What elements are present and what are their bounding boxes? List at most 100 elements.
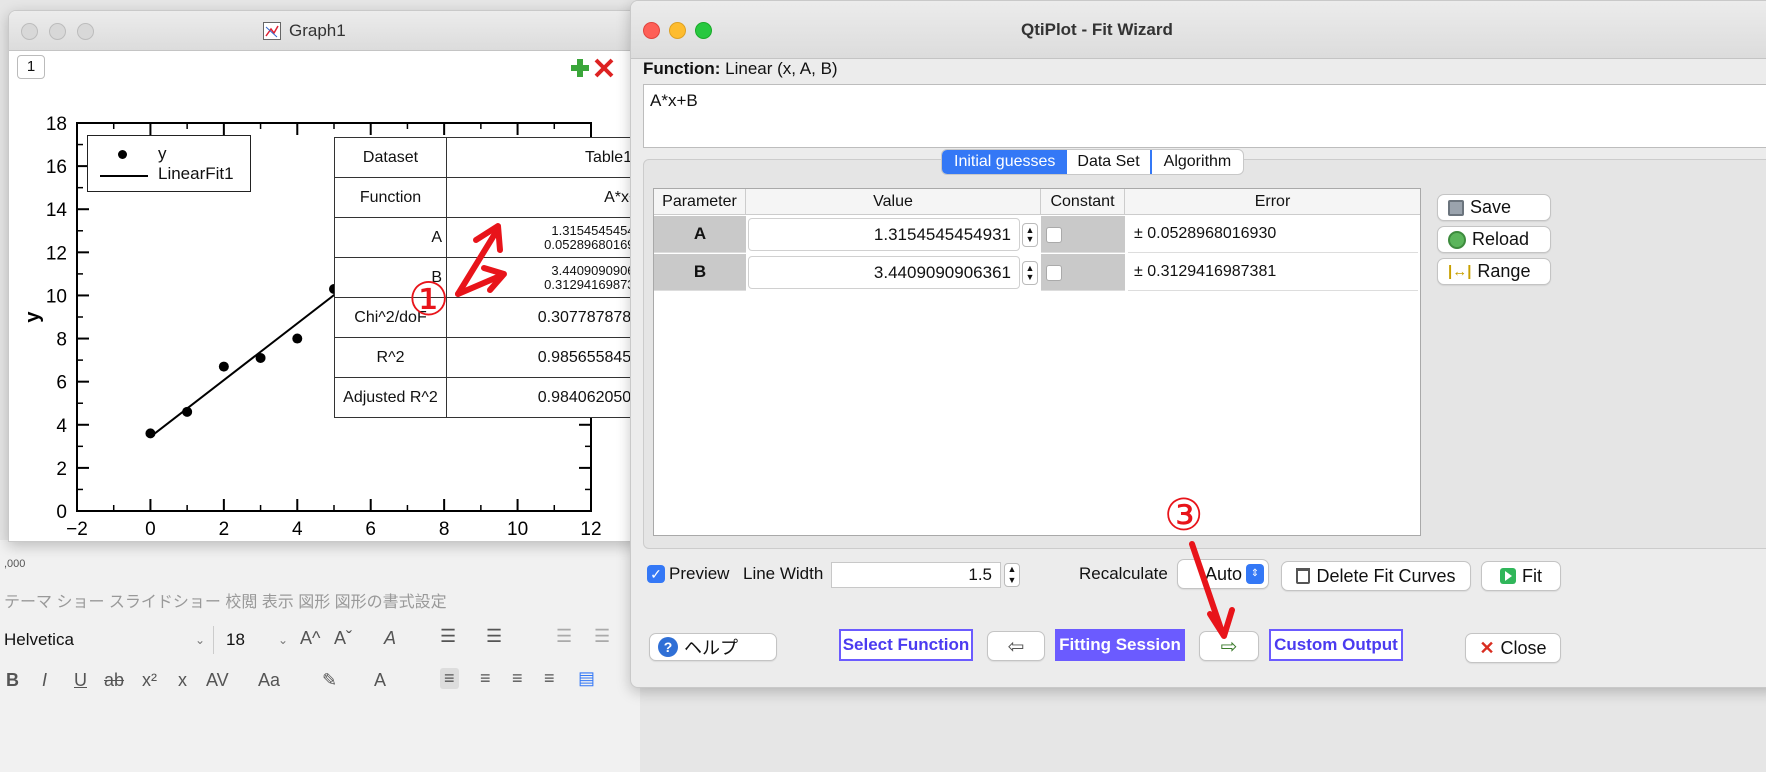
constant-checkbox-b[interactable] [1046,265,1062,281]
legend-point-marker [118,150,127,159]
fit-wizard-title: QtiPlot - Fit Wizard [1021,20,1173,39]
graph-legend[interactable]: y LinearFit1 [87,135,251,192]
formula-textarea[interactable]: A*x+B [643,84,1766,148]
back-button[interactable]: ⇦ [987,631,1045,661]
data-point[interactable] [292,333,303,344]
numbered-list-icon[interactable]: ☰ [486,626,502,647]
font-size-select[interactable]: 18 ⌄ [226,626,288,654]
subscript-button[interactable]: x [178,670,187,691]
x-tick-label: 12 [580,519,601,540]
tab-data-set[interactable]: Data Set [1067,150,1152,174]
parameter-table[interactable]: Parameter Value Constant Error A 1.31545… [653,188,1421,536]
fit-button[interactable]: Fit [1481,561,1561,591]
y-tick-label: 16 [46,157,67,178]
y-tick-label: 6 [56,373,67,394]
outdent-icon[interactable]: ☰ [594,626,610,647]
table-cell: Dataset [334,137,447,178]
table-cell: Adjusted R^2 [334,377,447,418]
table-row: B3.4409090906360.3129416987381 [334,257,637,298]
column-header-value[interactable]: Value [746,189,1041,215]
help-icon: ? [658,637,678,657]
align-center-icon[interactable]: ≡ [480,668,491,689]
range-icon: |↔| [1448,263,1472,280]
close-window-button[interactable] [643,22,660,39]
chevron-updown-icon: ⇕ [1246,564,1264,584]
fit-results-table[interactable]: DatasetTable1_y FunctionA*x+B A1.3154545… [334,137,637,418]
data-point[interactable] [145,428,156,439]
preview-label: Preview [669,564,730,583]
columns-icon[interactable]: ▤ [578,668,595,689]
save-button-label: Save [1470,197,1512,217]
superscript-button[interactable]: x² [142,670,157,691]
table-row: FunctionA*x+B [334,177,637,218]
align-left-icon[interactable]: ≡ [440,668,459,689]
highlight-icon[interactable]: ✎ [322,670,337,691]
save-button[interactable]: Save [1437,194,1551,221]
column-header-error[interactable]: Error [1125,189,1420,215]
tab-initial-guesses[interactable]: Initial guesses [942,150,1068,174]
bold-button[interactable]: B [6,670,19,691]
delete-fit-curves-button[interactable]: Delete Fit Curves [1281,561,1471,591]
shrink-font-button[interactable]: Aˇ [334,628,352,649]
parameter-value-a: 1.3154545454931 [873,224,1011,244]
font-name-select[interactable]: Helvetica ⌄ [4,626,214,654]
data-point[interactable] [255,352,266,363]
arrow-left-icon: ⇦ [1007,635,1025,658]
background-app: ,000 テーマ ショー スライドショー 校閲 表示 図形 図形の書式設定 He… [0,540,640,772]
tab-algorithm[interactable]: Algorithm [1152,150,1244,174]
data-point[interactable] [218,361,229,372]
change-case-button[interactable]: Aa [258,670,280,691]
indent-icon[interactable]: ☰ [556,626,572,647]
constant-checkbox-a[interactable] [1046,227,1062,243]
table-cell: 1.3154545454930.0528968016930 [446,217,637,258]
help-button[interactable]: ? ヘルプ [649,633,777,661]
close-button[interactable]: ✕ Close [1465,633,1561,663]
table-row: R^2 0.98565584574 [334,337,637,378]
table-cell: Function [334,177,447,218]
strikethrough-button[interactable]: ab [104,670,124,691]
line-width-input[interactable]: 1.5 [831,562,1001,588]
parameter-value-b-input[interactable]: 3.4409090906361 [748,256,1020,289]
zoom-window-button[interactable] [695,22,712,39]
parameter-value-a-stepper[interactable]: ▲ ▼ [1022,223,1038,247]
bullet-list-icon[interactable]: ☰ [440,626,456,647]
recalculate-select[interactable]: Auto ⇕ [1177,559,1269,589]
range-button[interactable]: |↔| Range [1437,258,1551,285]
column-header-parameter[interactable]: Parameter [654,189,746,215]
custom-output-tag[interactable]: Custom Output [1269,629,1403,661]
grow-font-button[interactable]: A^ [300,628,320,649]
underline-button[interactable]: U [74,670,87,691]
character-spacing-button[interactable]: AV [206,670,229,691]
column-header-constant[interactable]: Constant [1041,189,1125,215]
line-width-stepper[interactable]: ▲ ▼ [1004,563,1020,587]
data-point[interactable] [182,406,193,417]
minimize-window-button[interactable] [669,22,686,39]
preview-checkbox[interactable]: ✓ [647,565,665,583]
y-tick-label: 2 [56,459,67,480]
clear-format-button[interactable]: A [384,628,396,649]
trash-icon [1296,568,1311,584]
justify-icon[interactable]: ≡ [544,668,555,689]
font-name-value: Helvetica [4,630,74,649]
next-button[interactable]: ⇨ [1199,631,1259,661]
select-function-tag[interactable]: Select Function [839,629,973,661]
parameter-name-a: A [654,216,746,253]
ribbon-menu[interactable]: テーマ ショー スライドショー 校閲 表示 図形 図形の書式設定 [4,588,447,612]
graph-window: Graph1 1 −2 0 2 4 6 8 10 12 0 2 4 6 8 10 12 14 16 18 y y L… [8,10,638,542]
parameter-value-a-input[interactable]: 1.3154545454931 [748,218,1020,251]
font-size-value: 18 [226,630,245,649]
parameter-value-b-stepper[interactable]: ▲ ▼ [1022,261,1038,285]
chevron-down-icon: ▼ [1025,272,1035,282]
reload-button[interactable]: Reload [1437,226,1551,253]
annotation-marker-3: ③ [1164,491,1204,540]
parameter-error-b: ± 0.3129416987381 [1128,254,1418,291]
parameter-error-a: ± 0.0528968016930 [1128,216,1418,253]
align-right-icon[interactable]: ≡ [512,668,523,689]
fit-wizard-window: QtiPlot - Fit Wizard Function: Linear (x… [630,0,1766,688]
close-icon: ✕ [1479,637,1495,658]
parameter-name-b: B [654,254,746,291]
italic-button[interactable]: I [42,670,47,691]
play-icon [1500,568,1516,584]
fitting-session-tag[interactable]: Fitting Session [1055,629,1185,661]
font-color-button[interactable]: A [374,670,386,691]
